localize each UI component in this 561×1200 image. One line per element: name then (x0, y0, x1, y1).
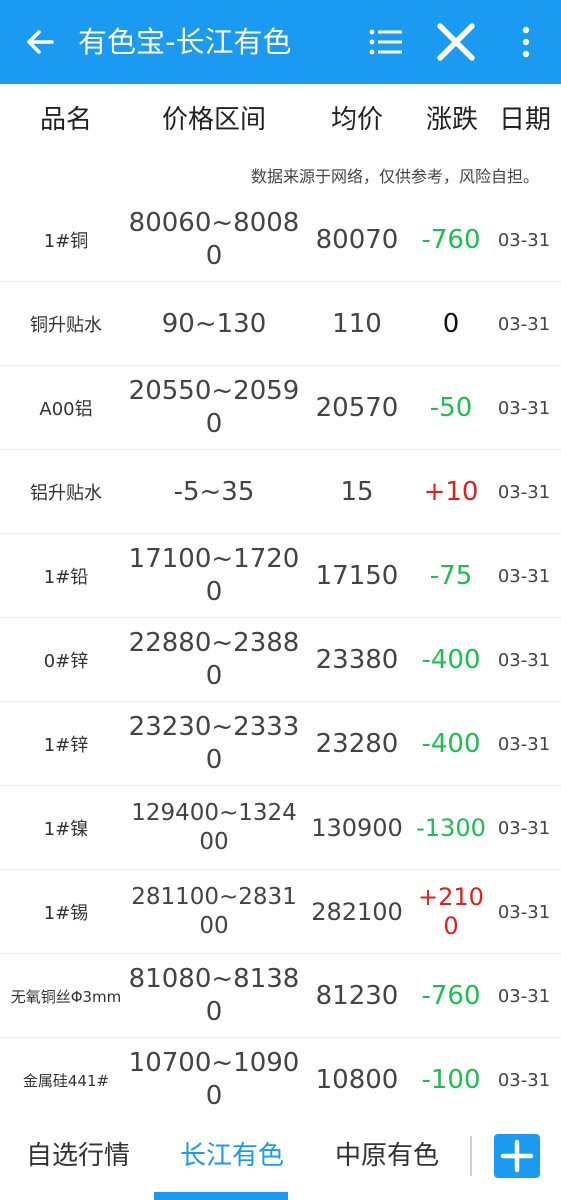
row-change: -50 (429, 393, 473, 423)
row-avg: 80070 (315, 225, 399, 255)
row-date: 03-31 (497, 481, 551, 503)
row-avg: 130900 (311, 814, 403, 842)
row-change: -760 (421, 981, 481, 1011)
row-name: 1#锡 (43, 903, 89, 924)
row-date: 03-31 (497, 565, 551, 587)
row-avg: 23380 (315, 645, 399, 675)
table-header: 品名 价格区间 均价 涨跌 日期 (0, 84, 561, 156)
more-vertical-icon[interactable] (512, 22, 540, 62)
row-date: 03-31 (497, 229, 551, 251)
row-name: 1#铜 (43, 231, 89, 252)
row-range: 20550~20590 (128, 376, 300, 439)
row-avg: 81230 (315, 981, 399, 1011)
table-row[interactable]: 0#锌 22880~23880 23380 -400 03-31 (0, 618, 561, 702)
price-table: 1#铜 80060~80080 80070 -760 03-31 铜升贴水 90… (0, 198, 561, 1122)
row-range: 281100~283100 (131, 884, 297, 939)
row-change: -400 (421, 645, 481, 675)
header-range: 价格区间 (161, 105, 267, 135)
app-bar: 有色宝-长江有色 (0, 0, 561, 84)
row-date: 03-31 (497, 397, 551, 419)
row-range: 22880~23880 (128, 628, 300, 691)
row-name: A00铝 (39, 399, 93, 420)
row-change: 0 (442, 309, 460, 339)
row-date: 03-31 (497, 733, 551, 755)
row-name: 0#锌 (43, 651, 89, 672)
close-icon[interactable] (434, 20, 478, 64)
table-row[interactable]: 铝升贴水 -5~35 15 +10 03-31 (0, 450, 561, 534)
row-range: 129400~132400 (131, 800, 297, 855)
row-range: 23230~23330 (128, 712, 300, 775)
table-row[interactable]: 1#锌 23230~23330 23280 -400 03-31 (0, 702, 561, 786)
add-tab-button[interactable] (494, 1134, 540, 1178)
row-name: 金属硅441# (22, 1071, 110, 1090)
header-name: 品名 (39, 105, 93, 135)
row-change: -1300 (416, 813, 486, 842)
header-change: 涨跌 (425, 105, 479, 135)
row-change: -400 (421, 729, 481, 759)
disclaimer-text: 数据来源于网络，仅供参考，风险自担。 (250, 167, 539, 186)
row-avg: 23280 (315, 729, 399, 759)
row-name: 铝升贴水 (30, 483, 102, 504)
row-change: +2100 (418, 883, 484, 940)
row-avg: 20570 (315, 393, 399, 423)
page-title: 有色宝-长江有色 (78, 25, 292, 59)
tab-zhongyuan[interactable]: 中原有色 (335, 1136, 439, 1176)
back-arrow-icon[interactable] (20, 22, 60, 62)
row-name: 1#铅 (43, 567, 89, 588)
row-date: 03-31 (497, 649, 551, 671)
table-row[interactable]: 1#镍 129400~132400 130900 -1300 03-31 (0, 786, 561, 870)
row-range: 81080~81380 (128, 964, 300, 1027)
tab-changjiang[interactable]: 长江有色 (180, 1136, 284, 1176)
row-avg: 17150 (315, 561, 399, 591)
plus-icon (500, 1139, 534, 1173)
row-name: 1#镍 (43, 819, 89, 840)
row-change: -75 (429, 561, 473, 591)
table-row[interactable]: 金属硅441# 10700~10900 10800 -100 03-31 (0, 1038, 561, 1122)
row-avg: 10800 (315, 1065, 399, 1095)
table-row[interactable]: 无氧铜丝Φ3mm 81080~81380 81230 -760 03-31 (0, 954, 561, 1038)
row-date: 03-31 (497, 901, 551, 923)
row-change: -100 (421, 1065, 481, 1095)
row-change: -760 (421, 225, 481, 255)
row-avg: 282100 (311, 898, 403, 926)
header-date: 日期 (498, 105, 552, 135)
table-row[interactable]: 1#锡 281100~283100 282100 +2100 03-31 (0, 870, 561, 954)
row-name: 1#锌 (43, 735, 89, 756)
table-row[interactable]: 铜升贴水 90~130 110 0 03-31 (0, 282, 561, 366)
row-date: 03-31 (497, 313, 551, 335)
header-avg: 均价 (330, 105, 384, 135)
row-date: 03-31 (497, 1069, 551, 1091)
active-tab-indicator (154, 1192, 288, 1200)
row-date: 03-31 (497, 817, 551, 839)
row-avg: 15 (340, 477, 374, 507)
table-row[interactable]: A00铝 20550~20590 20570 -50 03-31 (0, 366, 561, 450)
row-date: 03-31 (497, 985, 551, 1007)
row-range: 90~130 (161, 308, 267, 339)
list-icon[interactable] (366, 24, 406, 60)
row-avg: 110 (332, 309, 382, 339)
row-name: 无氧铜丝Φ3mm (10, 987, 122, 1006)
tab-watchlist[interactable]: 自选行情 (26, 1136, 130, 1176)
table-row[interactable]: 1#铅 17100~17200 17150 -75 03-31 (0, 534, 561, 618)
tab-divider (470, 1136, 472, 1176)
bottom-tab-bar: 自选行情 长江有色 中原有色 (0, 1112, 561, 1200)
row-range: 80060~80080 (128, 208, 300, 271)
row-range: -5~35 (173, 476, 255, 507)
row-range: 17100~17200 (128, 544, 300, 607)
row-change: +10 (423, 477, 479, 507)
row-name: 铜升贴水 (30, 315, 102, 336)
table-row[interactable]: 1#铜 80060~80080 80070 -760 03-31 (0, 198, 561, 282)
row-range: 10700~10900 (128, 1048, 300, 1111)
